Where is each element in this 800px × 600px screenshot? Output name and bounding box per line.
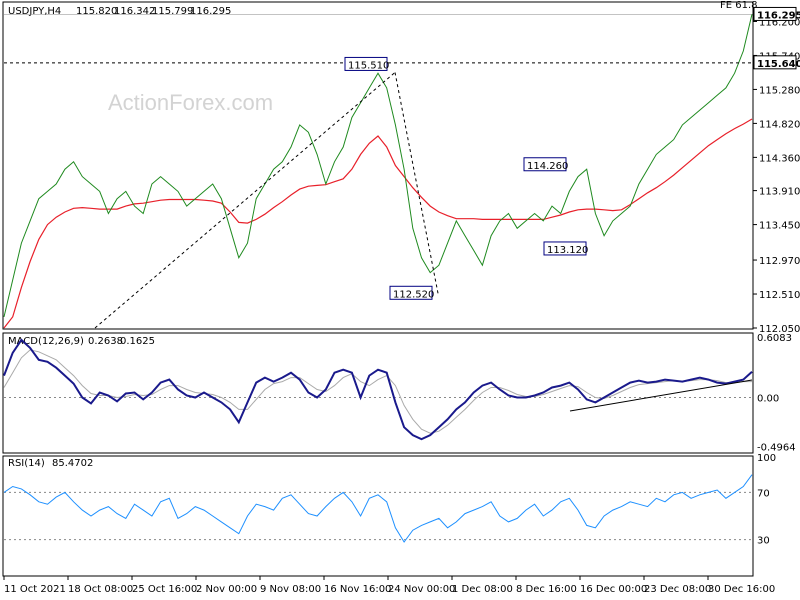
x-tick-label: 1 Dec 08:00: [452, 584, 513, 595]
x-tick-label: 9 Nov 08:00: [260, 584, 321, 595]
price-y-tick-label: 112.510: [759, 290, 800, 301]
swing-label: 113.120: [547, 245, 588, 256]
fib-extension-label: FE 61.8: [720, 0, 758, 11]
x-tick-label: 18 Oct 08:00: [68, 584, 133, 595]
price-y-tick-label: 112.970: [759, 256, 800, 267]
swing-label: 112.520: [393, 289, 434, 300]
x-tick-label: 24 Nov 00:00: [388, 584, 455, 595]
x-axis: 11 Oct 2021 18 Oct 08:0025 Oct 16:002 Nov…: [3, 576, 775, 595]
rsi-y-axis: 100 70 30: [757, 453, 776, 547]
macd-panel-frame: [2, 332, 754, 454]
symbol-label: USDJPY,H4: [8, 6, 61, 17]
price-panel-frame: [2, 1, 754, 330]
x-tick-label: 8 Dec 16:00: [516, 584, 577, 595]
macd-main-value: 0.2638: [88, 336, 123, 347]
rsi-y-tick-label: 100: [757, 453, 776, 464]
rsi-label: RSI(14): [8, 458, 45, 469]
x-tick-label: 30 Dec 16:00: [708, 584, 775, 595]
price-y-tick-label: 113.910: [759, 187, 800, 198]
x-tick-label: 23 Dec 08:00: [644, 584, 711, 595]
x-tick-label: 16 Nov 16:00: [324, 584, 391, 595]
price-y-tick-label: 115.280: [759, 85, 800, 96]
low-value: 115.799: [152, 6, 193, 17]
price-y-tick-label: 114.360: [759, 153, 800, 164]
x-tick-label: 16 Dec 00:00: [580, 584, 647, 595]
swing-label: 114.260: [527, 161, 568, 172]
rsi-y-tick-label: 70: [757, 488, 770, 499]
high-value: 116.342: [114, 6, 155, 17]
forex-chart: ActionForex.com USDJPY,H4 115.820 116.34…: [2, 0, 800, 595]
swing-label: 115.510: [348, 60, 389, 71]
x-tick-label: 2 Nov 00:00: [196, 584, 257, 595]
macd-y-tick-label: 0.6083: [757, 333, 792, 344]
current-price-tag: 116.295: [757, 10, 800, 21]
x-tick-label: 25 Oct 16:00: [132, 584, 197, 595]
macd-signal-value: 0.1625: [120, 336, 155, 347]
price-y-tick-label: 114.820: [759, 119, 800, 130]
macd-y-tick-label: 0.00: [757, 393, 779, 404]
fe-level-tag: 115.640: [757, 59, 800, 70]
rsi-panel-frame: [2, 455, 754, 577]
close-value: 116.295: [190, 6, 231, 17]
open-value: 115.820: [76, 6, 117, 17]
x-tick-label: 11 Oct 2021: [4, 584, 66, 595]
price-y-tick-label: 113.450: [759, 221, 800, 232]
macd-y-axis: 0.60830.00-0.4964: [757, 333, 796, 454]
watermark: ActionForex.com: [108, 90, 273, 115]
rsi-value: 85.4702: [52, 458, 93, 469]
rsi-y-tick-label: 30: [757, 536, 770, 547]
